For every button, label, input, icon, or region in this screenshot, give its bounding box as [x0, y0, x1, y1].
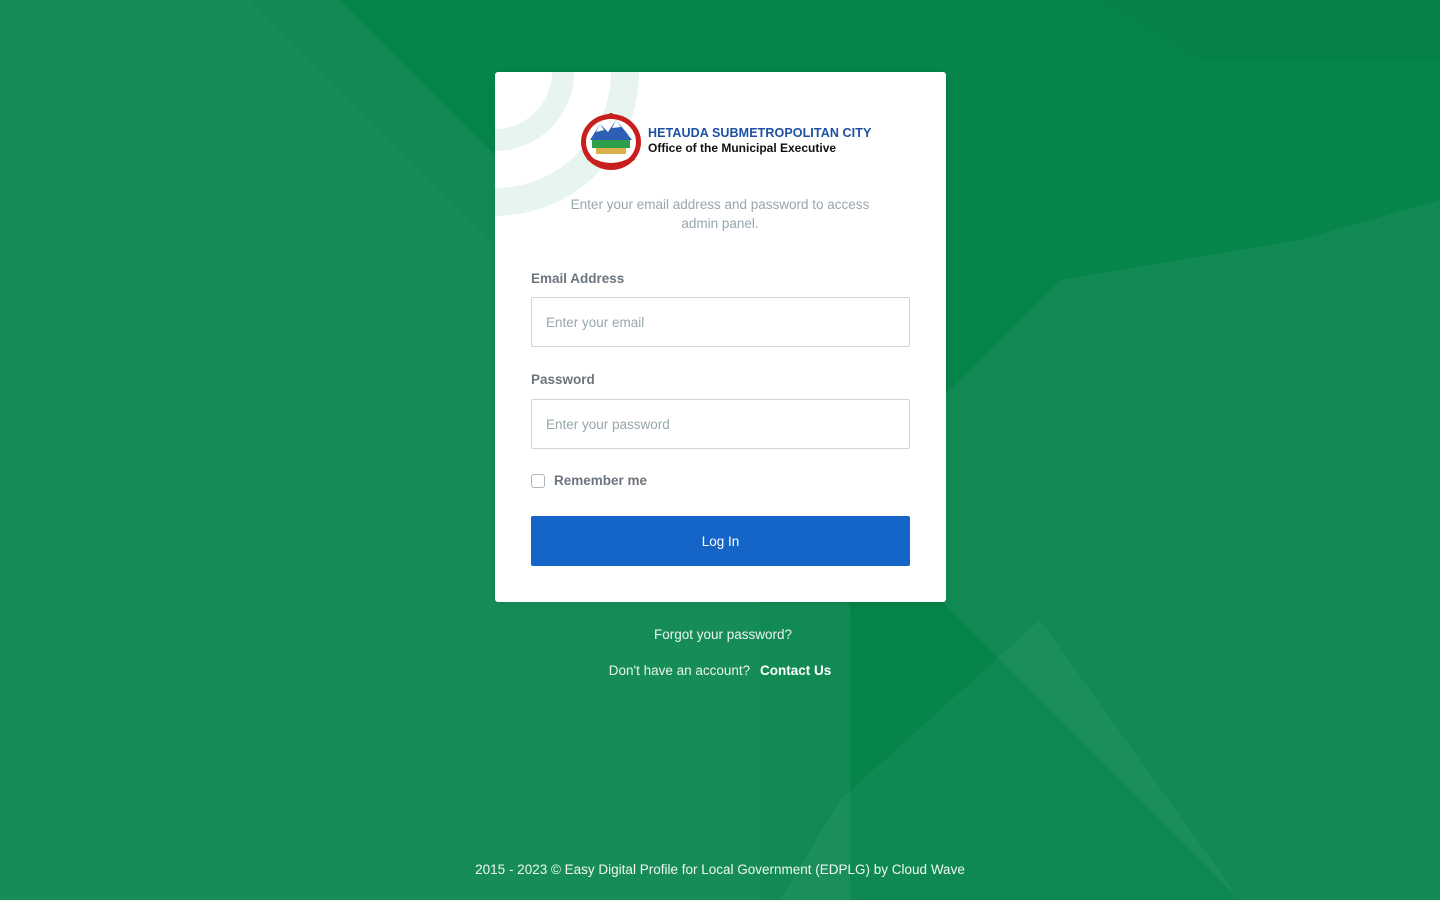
contact-us-link[interactable]: Contact Us	[760, 663, 831, 678]
password-input[interactable]	[531, 399, 910, 449]
remember-me-label[interactable]: Remember me	[554, 473, 647, 488]
email-input[interactable]	[531, 297, 910, 347]
login-instructions: Enter your email address and password to…	[570, 197, 870, 231]
signup-prompt: Don't have an account? Contact Us	[560, 663, 880, 678]
login-button[interactable]: Log In	[531, 516, 910, 566]
municipality-logo: HETAUDA SUBMETROPOLITAN CITY Office of t…	[578, 110, 871, 172]
nepal-emblem-icon	[581, 113, 641, 170]
email-label: Email Address	[531, 271, 625, 286]
remember-me-checkbox[interactable]	[531, 473, 545, 488]
footer-copyright: 2015 - 2023 © Easy Digital Profile for L…	[475, 862, 965, 877]
municipality-name: HETAUDA SUBMETROPOLITAN CITY	[648, 125, 872, 140]
login-card: HETAUDA SUBMETROPOLITAN CITY Office of t…	[495, 72, 946, 602]
forgot-password-link[interactable]: Forgot your password?	[620, 627, 826, 642]
office-name: Office of the Municipal Executive	[648, 141, 837, 156]
password-label: Password	[531, 372, 595, 387]
no-account-text: Don't have an account?	[608, 663, 751, 678]
remember-me-row[interactable]: Remember me	[531, 473, 647, 488]
